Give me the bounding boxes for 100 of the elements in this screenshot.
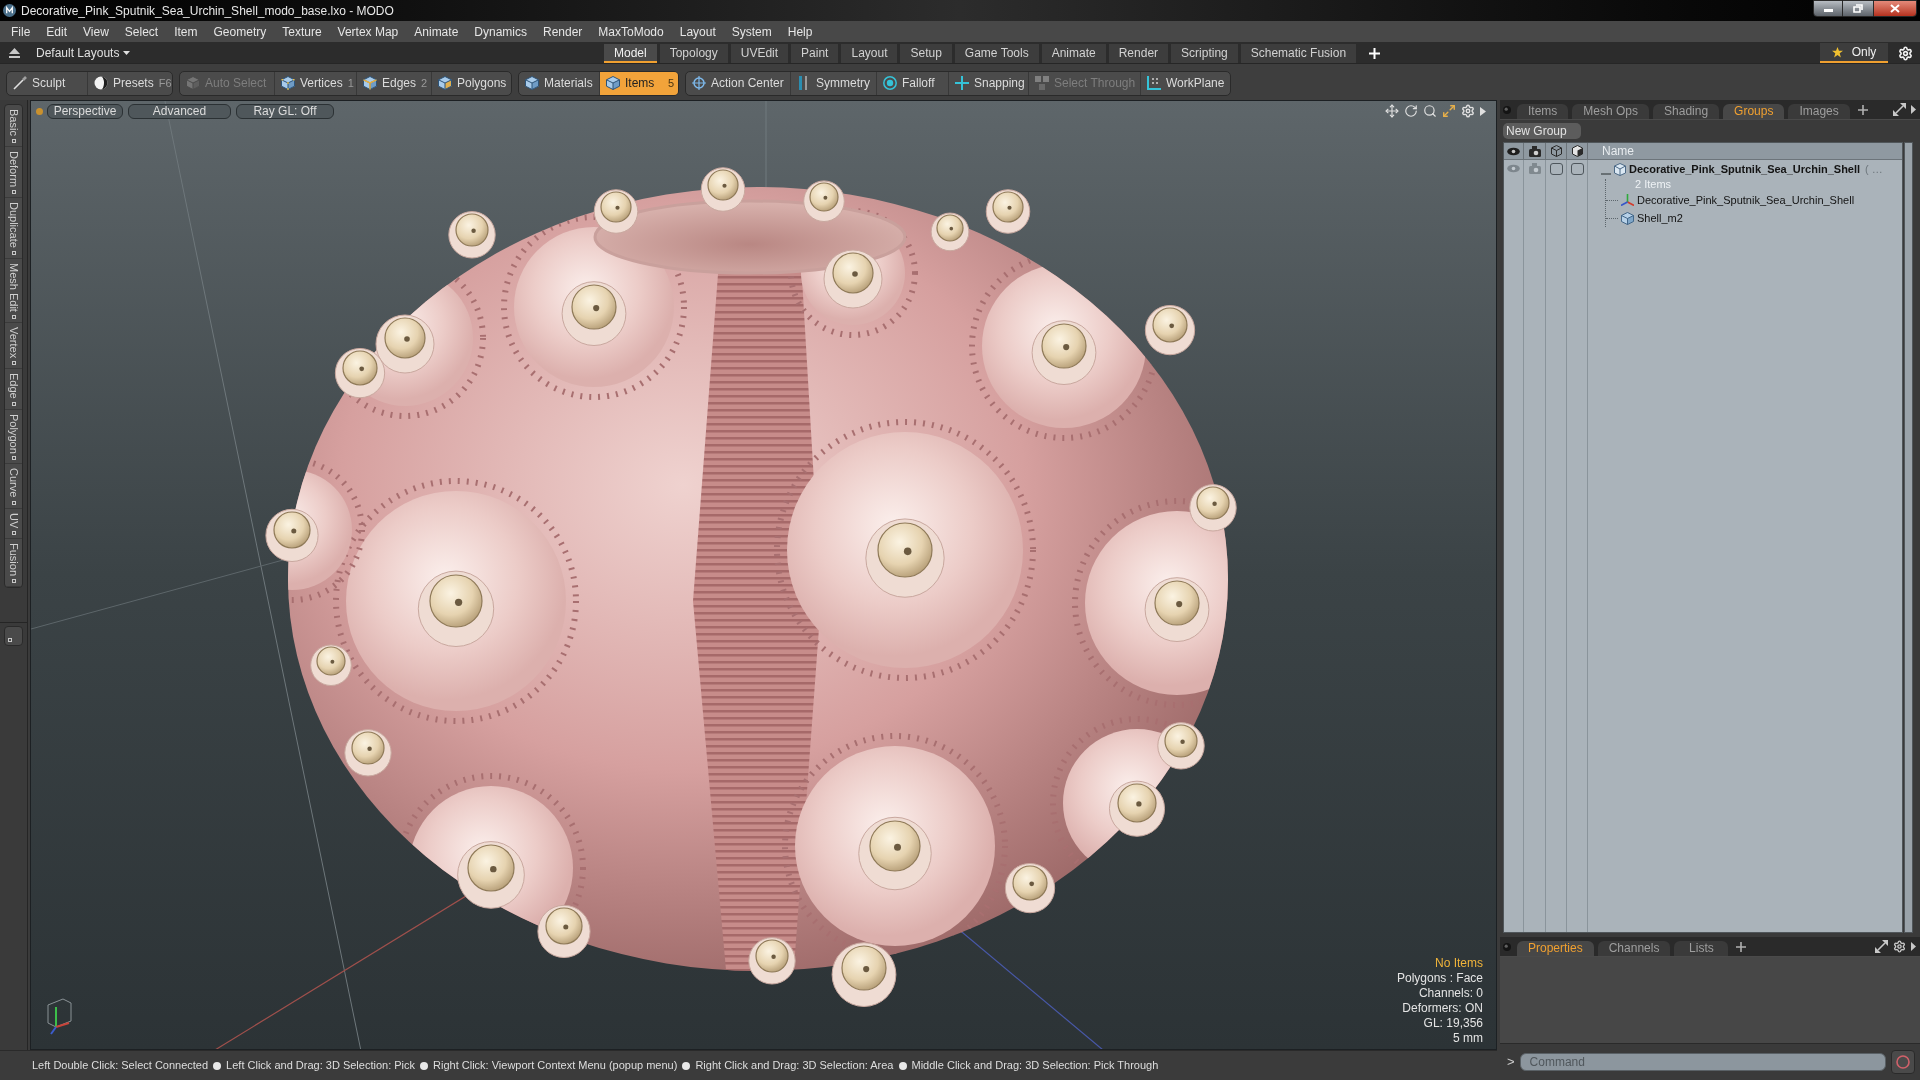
layout-tab[interactable]: Topology	[659, 44, 728, 63]
panel-tab[interactable]: Channels	[1597, 941, 1671, 956]
menu-item[interactable]: MaxToModo	[591, 22, 671, 41]
concentric-rings-icon	[883, 76, 897, 90]
menu-item[interactable]: View	[76, 22, 116, 41]
settings-icon[interactable]	[1893, 940, 1906, 953]
tree-item[interactable]: Decorative_Pink_Sputnik_Sea_Urchin_Shell	[1637, 191, 1855, 209]
cube-icon	[186, 76, 200, 90]
expand-icon[interactable]	[1875, 940, 1888, 953]
toolbar-button[interactable]: Vertices 1	[274, 71, 356, 95]
panel-dot-icon[interactable]	[1503, 105, 1511, 114]
layout-tab[interactable]: Render	[1108, 44, 1169, 63]
menu-item[interactable]: Layout	[672, 22, 723, 41]
command-field[interactable]: Command	[1519, 1053, 1886, 1071]
layout-tab[interactable]: Animate	[1041, 44, 1106, 63]
panel-tab[interactable]: Groups	[1723, 104, 1785, 119]
tree-item[interactable]: Shell_m2	[1637, 209, 1683, 227]
toggle-box[interactable]	[1549, 163, 1563, 175]
panel-tab[interactable]: Mesh Ops	[1572, 104, 1650, 119]
rotate-icon[interactable]	[1404, 104, 1418, 118]
toolbar-button[interactable]: Items 5	[599, 71, 678, 95]
side-tab[interactable]: Duplicate	[5, 197, 22, 259]
eye-icon[interactable]	[1507, 146, 1520, 156]
cube-icon[interactable]	[1571, 145, 1583, 157]
menu-item[interactable]: Item	[167, 22, 205, 41]
layout-tab[interactable]: Game Tools	[954, 44, 1039, 63]
play-arrow-icon[interactable]	[1911, 942, 1916, 951]
close-button[interactable]	[1873, 0, 1917, 17]
cube-outline-icon[interactable]	[1550, 145, 1562, 157]
toolbar-button[interactable]: Sculpt	[7, 71, 87, 95]
viewport-info-text: GL: 19,356	[1423, 1016, 1483, 1031]
layout-tab[interactable]: Layout	[841, 44, 898, 63]
panel-tab[interactable]: Properties	[1517, 941, 1594, 956]
toolbar-button[interactable]: Snapping	[948, 71, 1028, 95]
maximize-icon[interactable]	[1442, 104, 1456, 118]
menu-item[interactable]: Select	[117, 22, 166, 41]
layout-tab[interactable]: Scripting	[1171, 44, 1238, 63]
panel-tab[interactable]: Lists	[1674, 941, 1729, 956]
toolbar-button[interactable]: Symmetry	[790, 71, 876, 95]
new-group-button[interactable]: New Group	[1503, 123, 1581, 139]
layout-tab[interactable]: Schematic Fusion	[1240, 44, 1357, 63]
panel-dot-icon[interactable]	[1503, 942, 1511, 951]
arrow-up-icon[interactable]	[9, 48, 20, 58]
viewport-info-text: Channels: 0	[1418, 986, 1483, 1001]
viewport-option-button[interactable]: Advanced	[128, 103, 231, 119]
menu-item[interactable]: Vertex Map	[330, 22, 406, 41]
menu-item[interactable]: Dynamics	[467, 22, 534, 41]
scrollbar[interactable]	[1904, 142, 1913, 933]
side-tab[interactable]: Deform	[5, 146, 22, 198]
menu-item[interactable]: System	[724, 22, 779, 41]
layout-tab[interactable]: Model	[604, 44, 657, 63]
menu-item[interactable]: Texture	[275, 22, 329, 41]
side-tab[interactable]: Basic	[5, 105, 22, 147]
side-tab[interactable]: Polygon	[5, 409, 22, 465]
toolbar-button[interactable]: Falloff	[876, 71, 948, 95]
side-tab[interactable]: UV	[5, 508, 22, 540]
menu-item[interactable]: Edit	[39, 22, 75, 41]
panel-toggle-button[interactable]	[4, 626, 23, 647]
panel-tab[interactable]: Items	[1517, 104, 1569, 119]
restore-button[interactable]	[1843, 0, 1873, 17]
expand-icon[interactable]	[1893, 103, 1906, 116]
tab-marker-icon	[11, 456, 16, 461]
menu-item[interactable]: Geometry	[206, 22, 274, 41]
only-toggle[interactable]: Only	[1820, 43, 1888, 63]
toolbar-button[interactable]: Materials	[519, 71, 599, 95]
side-tab[interactable]: Curve	[5, 464, 22, 509]
record-button[interactable]	[1891, 1050, 1915, 1074]
menu-item[interactable]: Animate	[407, 22, 466, 41]
side-tab[interactable]: Edge	[5, 368, 22, 410]
side-tab[interactable]: Mesh Edit	[5, 258, 22, 323]
viewport-option-button[interactable]: Perspective	[47, 103, 123, 119]
side-tab[interactable]: Vertex	[5, 322, 22, 369]
play-arrow-icon[interactable]	[1911, 105, 1916, 114]
toolbar-button[interactable]: Presets F6	[87, 71, 172, 95]
layout-tab[interactable]: Paint	[791, 44, 839, 63]
menu-item[interactable]: File	[4, 22, 38, 41]
side-tab[interactable]: Fusion	[5, 539, 22, 588]
layouts-dropdown[interactable]: Default Layouts	[36, 44, 131, 62]
toolbar-button[interactable]: Polygons	[431, 71, 511, 95]
play-arrow-icon[interactable]	[1480, 106, 1486, 116]
group-name[interactable]: Decorative_Pink_Sputnik_Sea_Urchin_Shell	[1629, 161, 1861, 178]
add-tab-icon[interactable]	[1736, 941, 1747, 952]
toolbar-button[interactable]: Edges 2	[356, 71, 431, 95]
panel-tab[interactable]: Shading	[1653, 104, 1720, 119]
camera-icon[interactable]	[1528, 145, 1541, 157]
layout-tab[interactable]: UVEdit	[730, 44, 789, 63]
minimize-button[interactable]	[1813, 0, 1843, 17]
viewport-option-button[interactable]: Ray GL: Off	[236, 103, 334, 119]
layout-tab[interactable]: Setup	[900, 44, 952, 63]
panel-tab[interactable]: Images	[1788, 104, 1850, 119]
add-tab-icon[interactable]	[1857, 104, 1868, 115]
toolbar-button[interactable]: Action Center	[686, 71, 790, 95]
menu-item[interactable]: Help	[780, 22, 820, 41]
toolbar-button[interactable]: WorkPlane	[1140, 71, 1230, 95]
search-icon[interactable]	[1423, 104, 1437, 118]
bullet-icon	[213, 1061, 222, 1070]
cube-icon	[606, 76, 620, 90]
menu-item[interactable]: Render	[536, 22, 590, 41]
move-icon[interactable]	[1385, 104, 1399, 118]
toggle-box[interactable]	[1570, 163, 1584, 175]
